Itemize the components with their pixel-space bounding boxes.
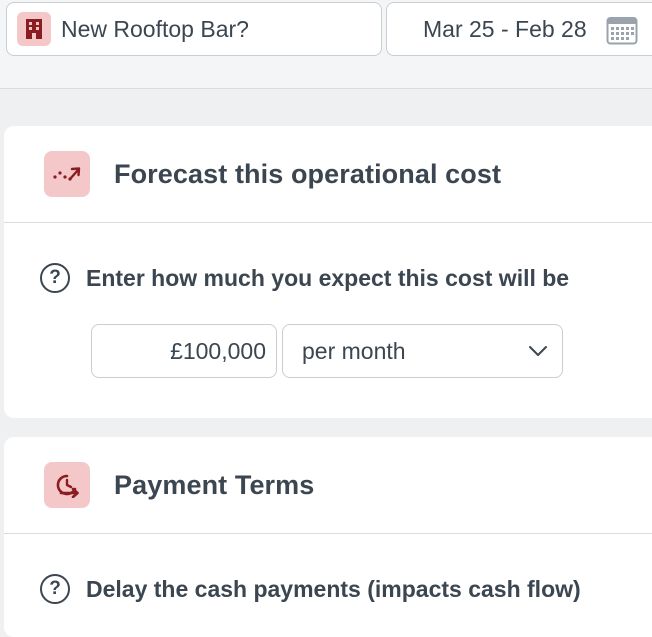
forecast-card-title: Forecast this operational cost <box>114 158 502 189</box>
payment-terms-title: Payment Terms <box>114 469 315 500</box>
period-dropdown[interactable]: per month <box>282 324 563 378</box>
calendar-icon[interactable] <box>606 15 638 50</box>
top-bar: New Rooftop Bar? Mar 25 - Feb 28 <box>0 0 652 89</box>
date-range-selector[interactable]: Mar 25 - Feb 28 <box>386 2 652 56</box>
building-icon <box>17 12 51 46</box>
payment-delay-question: ? Delay the cash payments (impacts cash … <box>40 574 581 604</box>
project-selector[interactable]: New Rooftop Bar? <box>6 2 382 56</box>
forecast-question: ? Enter how much you expect this cost wi… <box>40 263 569 293</box>
chevron-down-icon <box>528 344 548 362</box>
help-icon[interactable]: ? <box>40 263 70 293</box>
forecast-card: Forecast this operational cost ? Enter h… <box>4 126 652 418</box>
project-name: New Rooftop Bar? <box>61 15 249 42</box>
period-selected-value: per month <box>302 337 406 364</box>
payment-terms-header: Payment Terms <box>4 437 652 534</box>
cost-amount-input[interactable] <box>91 324 277 378</box>
trend-up-icon <box>44 151 90 197</box>
help-icon[interactable]: ? <box>40 574 70 604</box>
forecast-card-header: Forecast this operational cost <box>4 126 652 223</box>
payment-delay-question-text: Delay the cash payments (impacts cash fl… <box>86 575 581 602</box>
date-range-label: Mar 25 - Feb 28 <box>423 15 587 42</box>
payment-terms-card: Payment Terms ? Delay the cash payments … <box>4 437 652 637</box>
delay-payment-icon <box>44 462 90 508</box>
forecast-question-text: Enter how much you expect this cost will… <box>86 264 570 291</box>
